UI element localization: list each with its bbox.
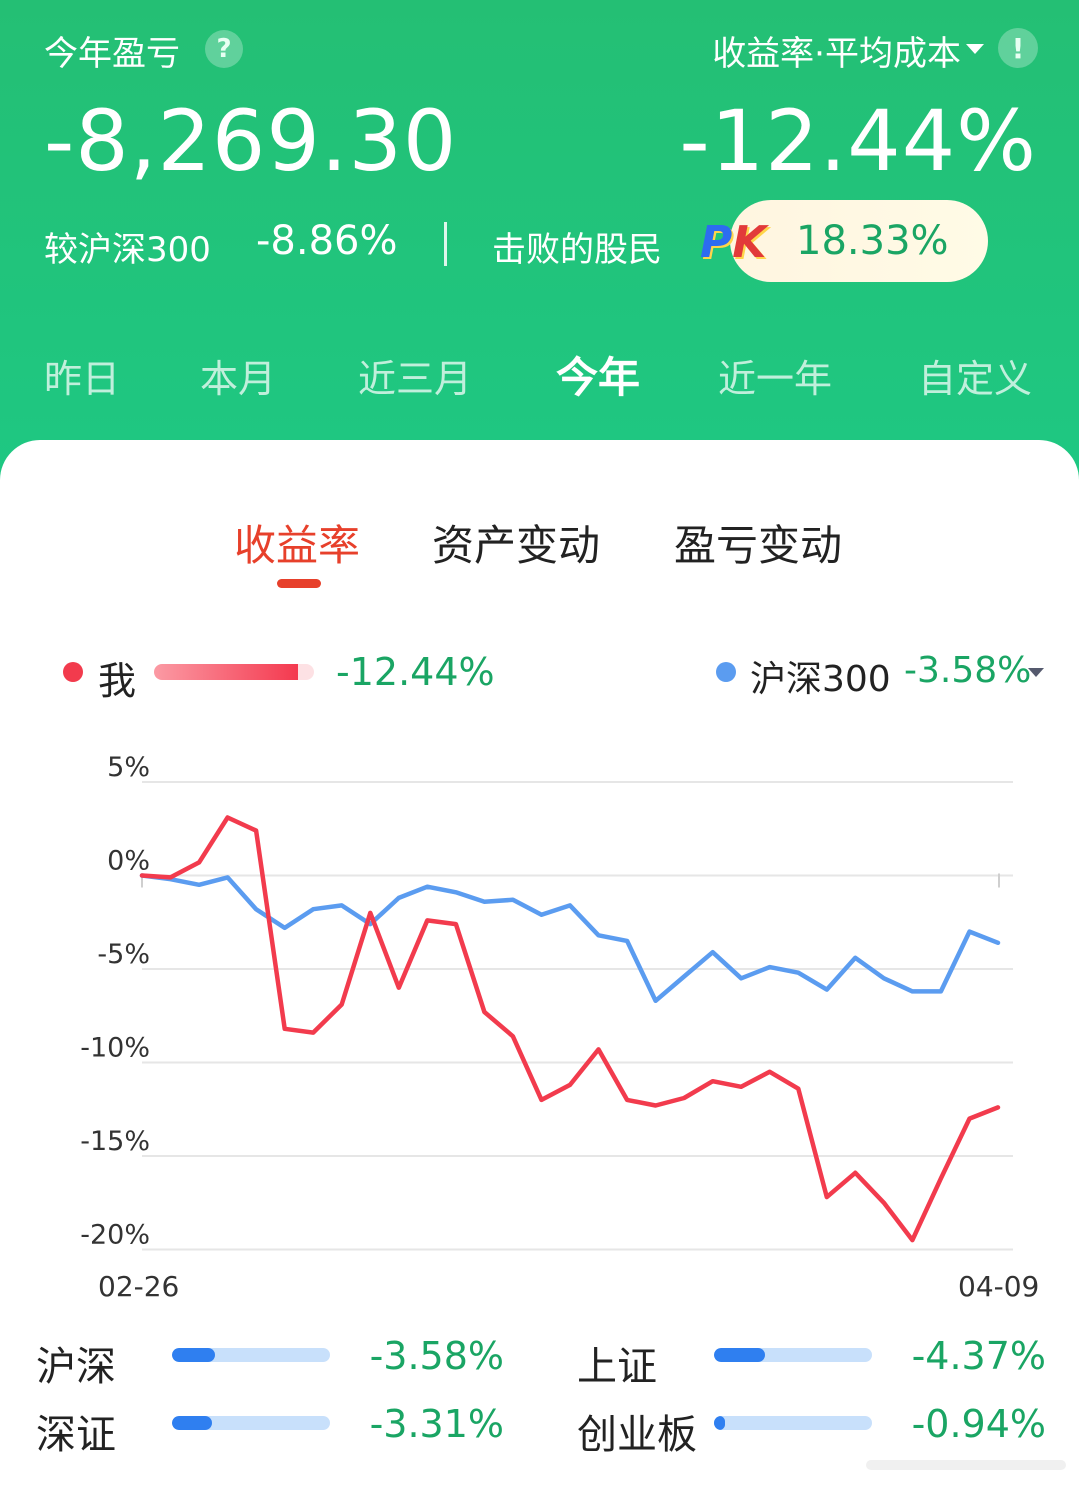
rate-mode-selector[interactable]: 收益率·平均成本 <box>712 26 961 75</box>
index-name-shenzhen: 深证 <box>36 1412 116 1458</box>
x-end-label: 04-09 <box>958 1270 1040 1303</box>
legend-me-value: -12.44% <box>336 650 495 694</box>
index-bar-fill <box>714 1348 765 1362</box>
legend-index-label[interactable]: 沪深300 <box>750 650 891 702</box>
beat-label: 击败的股民 <box>492 230 662 270</box>
beat-value[interactable]: 18.33% <box>796 218 949 264</box>
pnl-amount: -8,269.30 <box>44 92 458 190</box>
tab-yesterday[interactable]: 昨日 <box>44 348 120 403</box>
legend-me-label: 我 <box>98 659 137 703</box>
question-icon[interactable]: ? <box>205 30 243 68</box>
tab-one-year[interactable]: 近一年 <box>718 348 832 403</box>
index-name-chinext: 创业板 <box>577 1412 697 1458</box>
index-value-shenzhen: -3.31% <box>369 1402 504 1446</box>
index-bar-fill <box>172 1348 215 1362</box>
index-bar-shanghai <box>714 1348 872 1362</box>
subtab-pnl-change[interactable]: 盈亏变动 <box>674 512 842 573</box>
legend-me-bar <box>154 664 314 680</box>
legend-dot-me <box>63 662 83 682</box>
tab-three-months[interactable]: 近三月 <box>358 348 472 403</box>
chevron-down-icon[interactable] <box>1028 668 1044 677</box>
compare-value: -8.86% <box>256 218 398 264</box>
tab-this-month[interactable]: 本月 <box>200 348 276 403</box>
y-tick-label: -10% <box>80 1033 150 1064</box>
pk-letter-p: P <box>700 216 733 268</box>
return-line-chart[interactable]: 5% 0% -5% -10% -15% -20% <box>0 740 1079 1270</box>
x-start-label: 02-26 <box>98 1270 180 1303</box>
chevron-down-icon[interactable] <box>966 44 984 54</box>
pk-badge-icon[interactable]: PK <box>700 214 780 270</box>
exclamation-icon[interactable]: ! <box>998 28 1038 68</box>
compare-label: 较沪深300 <box>44 230 211 270</box>
y-tick-label: -5% <box>97 939 150 970</box>
subtab-return-rate[interactable]: 收益率 <box>234 512 360 573</box>
index-name-hushen: 沪深 <box>36 1344 116 1390</box>
legend-dot-index <box>716 662 736 682</box>
y-tick-label: -20% <box>80 1220 150 1251</box>
header-title: 今年盈亏 <box>44 34 180 74</box>
index-value-shanghai: -4.37% <box>911 1334 1046 1378</box>
index-bar-fill <box>714 1416 726 1430</box>
index-value-chinext: -0.94% <box>911 1402 1046 1446</box>
pk-letter-k: K <box>732 216 767 268</box>
y-tick-label: -15% <box>80 1126 150 1157</box>
tab-custom[interactable]: 自定义 <box>918 348 1032 403</box>
subtab-asset-change[interactable]: 资产变动 <box>432 512 600 573</box>
y-tick-label: 5% <box>107 752 150 783</box>
home-indicator <box>866 1460 1066 1470</box>
legend-index-value[interactable]: -3.58% <box>904 650 1031 691</box>
index-bar-shenzhen <box>172 1416 330 1430</box>
tab-this-year[interactable]: 今年 <box>556 344 640 405</box>
index-bar-fill <box>172 1416 212 1430</box>
return-rate: -12.44% <box>679 92 1037 190</box>
series-line-me <box>139 815 1001 1243</box>
index-value-hushen: -3.58% <box>369 1334 504 1378</box>
index-bar-chinext <box>714 1416 872 1430</box>
active-tab-underline <box>277 579 321 588</box>
index-bar-hushen <box>172 1348 330 1362</box>
index-name-shanghai: 上证 <box>577 1344 657 1390</box>
y-tick-label: 0% <box>107 846 150 877</box>
divider <box>444 222 447 266</box>
